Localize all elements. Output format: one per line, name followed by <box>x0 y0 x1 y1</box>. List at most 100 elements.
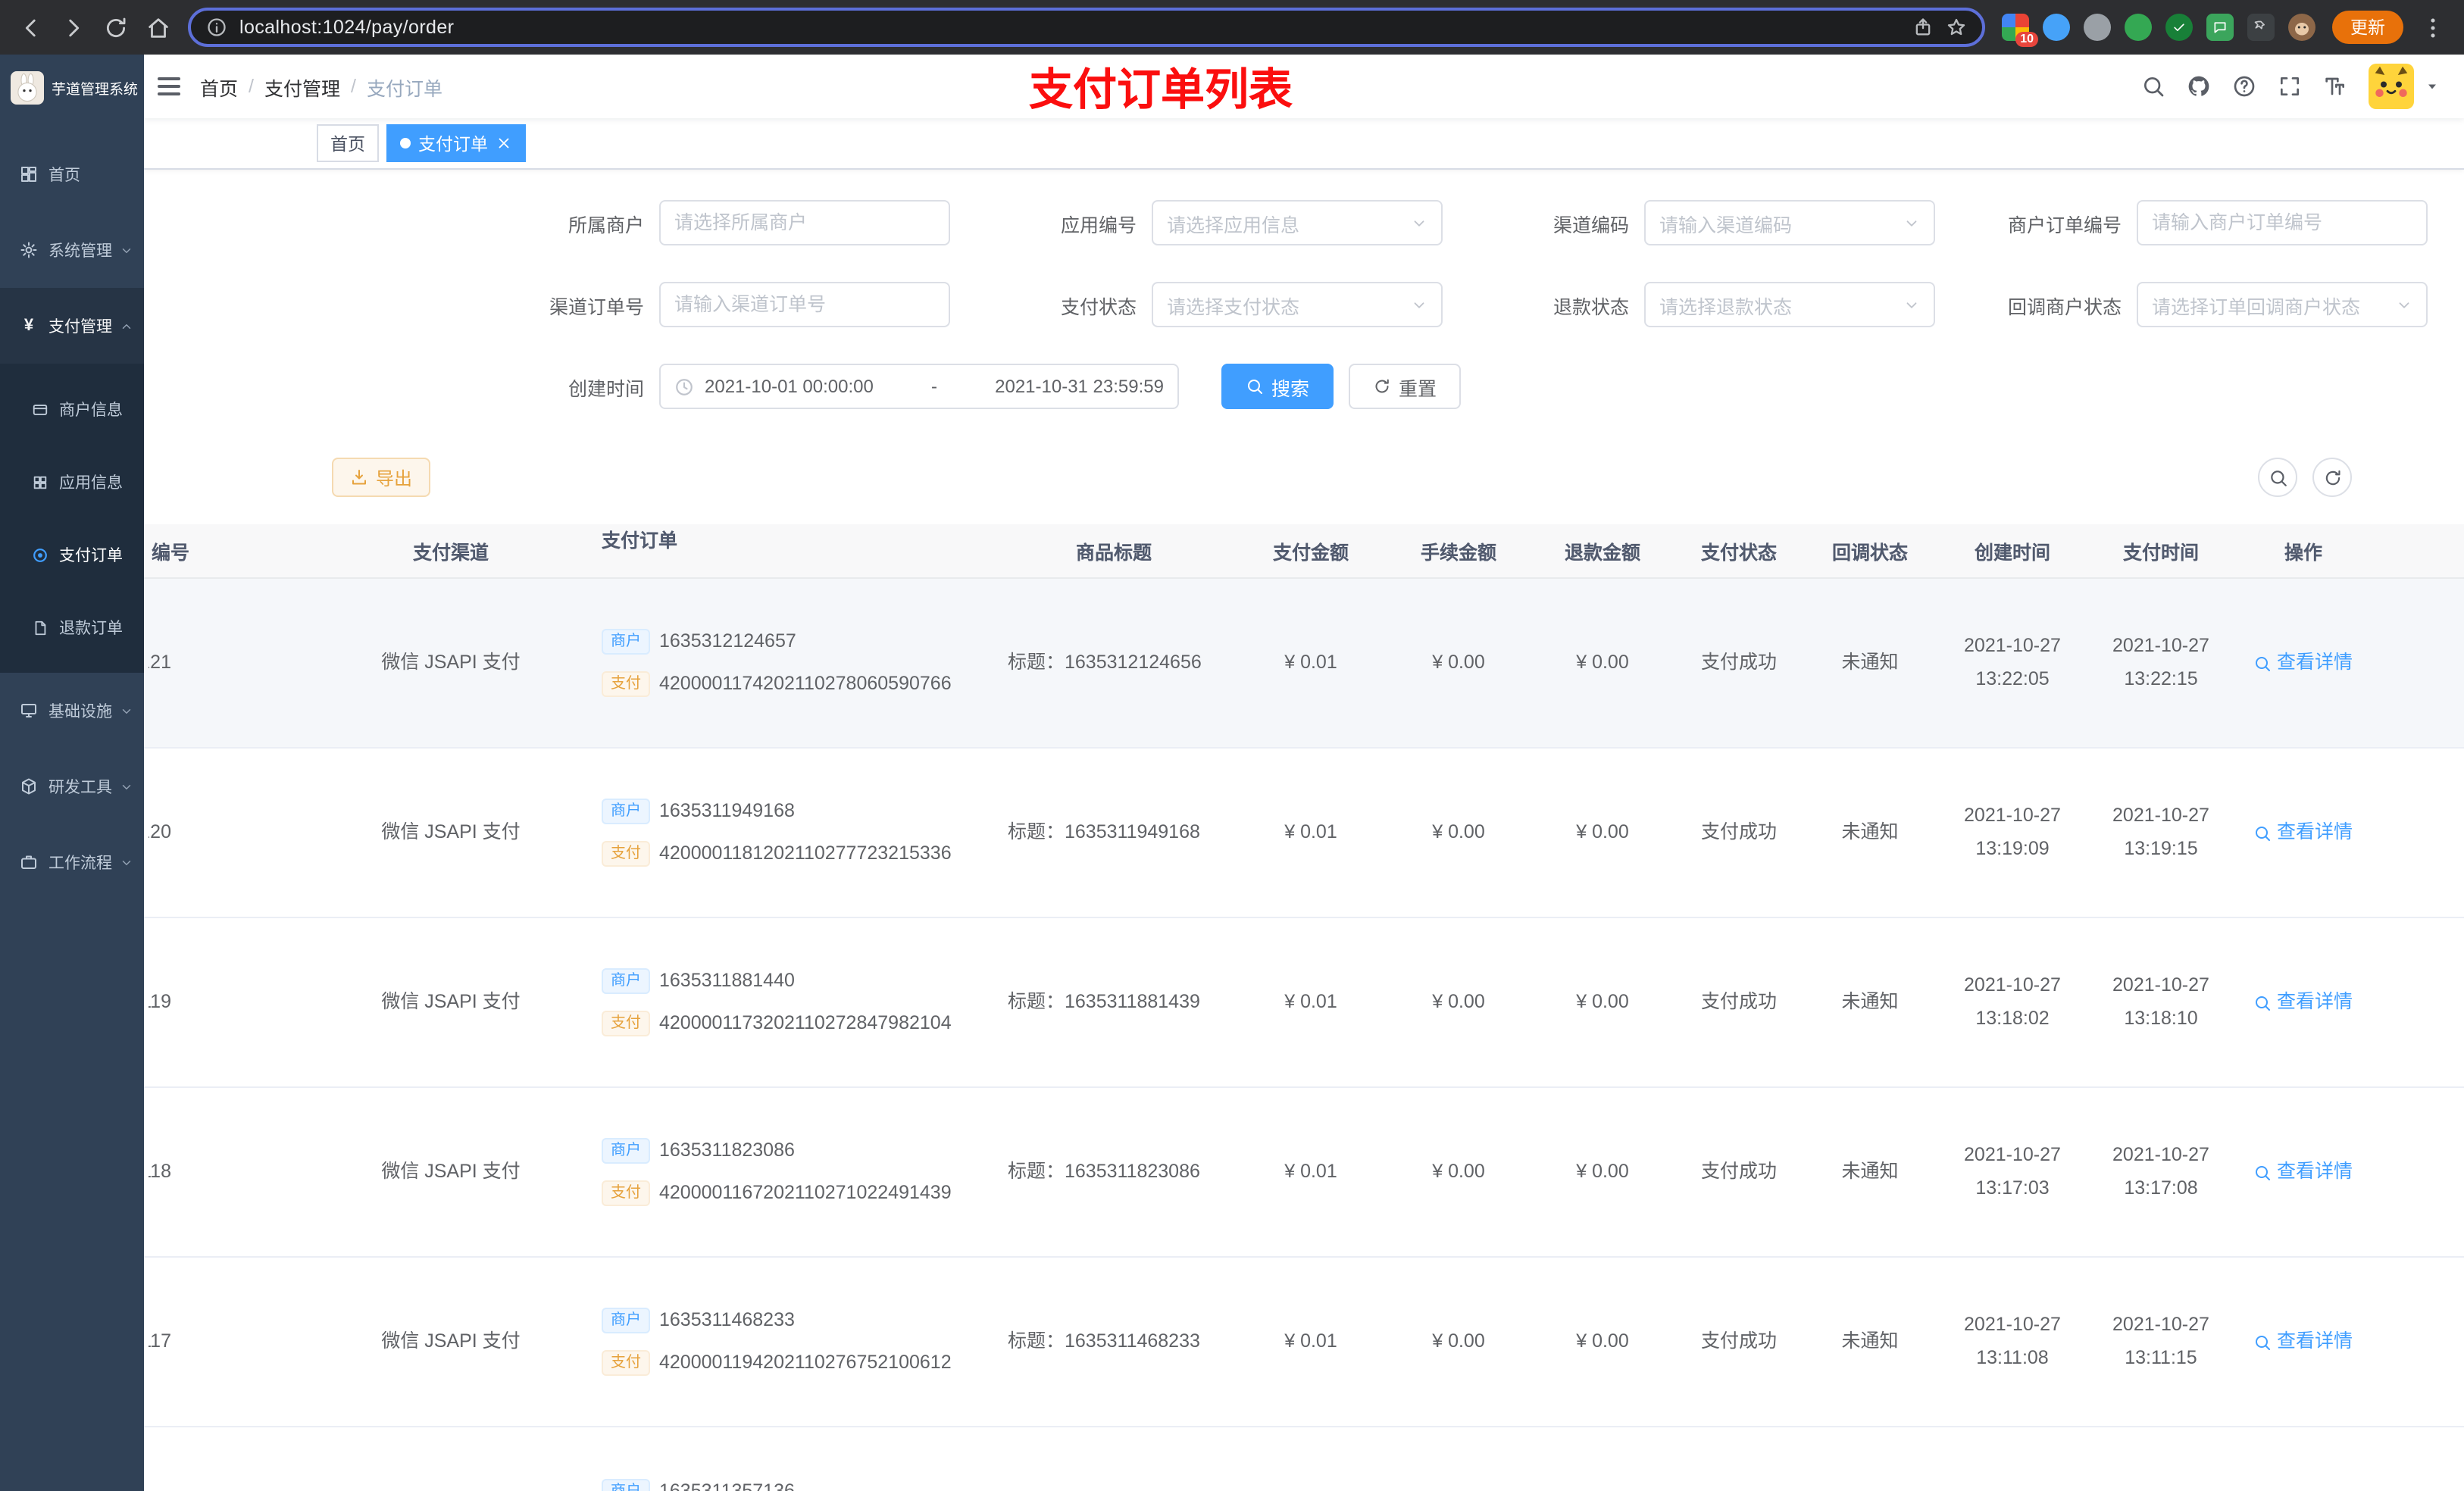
merchant-input[interactable] <box>674 202 935 244</box>
app-title: 芋道管理系统 <box>52 82 139 98</box>
view-detail-link[interactable]: 查看详情 <box>2254 649 2353 677</box>
fullscreen-icon[interactable] <box>2278 74 2302 98</box>
table-row[interactable]: 121 微信 JSAPI 支付 商户 1635312124657 支付 420000… <box>144 579 2464 749</box>
sidebar-item-refund-order[interactable]: 退款订单 <box>0 591 144 664</box>
table-row[interactable]: 116 商户1635311357136 支付 <box>144 1427 2464 1491</box>
sidebar-item-app-info[interactable]: 应用信息 <box>0 445 144 518</box>
merchant-order-no-input[interactable] <box>2152 202 2412 244</box>
sidebar-item-payment[interactable]: ¥ 支付管理 <box>0 288 144 364</box>
pay-channel: 微信 JSAPI 支付 <box>381 991 521 1013</box>
export-button[interactable]: 导出 <box>332 458 431 497</box>
grid-icon <box>32 474 48 490</box>
sidebar-item-system[interactable]: 系统管理 <box>0 212 144 288</box>
notify-status-select[interactable]: 请选择订单回调商户状态 <box>2137 282 2428 327</box>
chevron-down-icon <box>1411 214 1427 231</box>
help-icon[interactable] <box>2232 74 2256 98</box>
fee-amount: ¥ 0.00 <box>1432 821 1485 843</box>
view-detail-link[interactable]: 查看详情 <box>2254 988 2353 1017</box>
sidebar-item-workflow[interactable]: 工作流程 <box>0 824 144 900</box>
magnifier-icon <box>2256 1335 2271 1349</box>
close-icon[interactable] <box>496 135 512 152</box>
extension-pin-icon[interactable] <box>2247 14 2275 41</box>
screen: localhost:1024/pay/order 10 更新 芋道管理系统 首页… <box>0 0 2464 1491</box>
filter-label: 所属商户 <box>568 214 644 236</box>
merchant-order-no: 1635311823086 <box>659 1139 795 1161</box>
col-action: 操作 <box>2284 542 2322 564</box>
url-text[interactable]: localhost:1024/pay/order <box>239 17 1900 38</box>
reset-button[interactable]: 重置 <box>1349 364 1462 409</box>
create-time: 13:17:03 <box>1975 1177 2050 1199</box>
date-range-picker[interactable]: 2021-10-01 00:00:00 - 2021-10-31 23:59:5… <box>659 364 1179 409</box>
pay-channel <box>318 1427 583 1491</box>
view-detail-link[interactable]: 查看详情 <box>2254 1327 2353 1356</box>
table-row[interactable]: 118 微信 JSAPI 支付 商户 1635311823086 支付 420000… <box>144 1088 2464 1258</box>
record-icon <box>32 546 48 563</box>
table-row[interactable]: 117 微信 JSAPI 支付 商户 1635311468233 支付 420000… <box>144 1258 2464 1427</box>
view-detail-label: 查看详情 <box>2276 1161 2353 1183</box>
toggle-search-button[interactable] <box>2258 458 2297 497</box>
forward-icon[interactable] <box>61 14 86 40</box>
pay-amount: ¥ 0.01 <box>1284 821 1337 843</box>
sidebar-item-home[interactable]: 首页 <box>0 136 144 212</box>
font-size-icon[interactable] <box>2323 74 2347 98</box>
profile-avatar[interactable] <box>2288 14 2315 41</box>
home-icon[interactable] <box>145 14 171 40</box>
table-row[interactable]: 120 微信 JSAPI 支付 商户 1635311949168 支付 420000… <box>144 749 2464 918</box>
share-icon[interactable] <box>1912 17 1934 38</box>
channel-order-no-input[interactable] <box>674 283 935 326</box>
tab-pay-order[interactable]: 支付订单 <box>386 124 526 162</box>
extension-icon[interactable] <box>2084 14 2111 41</box>
sidebar-toggle-icon[interactable] <box>158 77 180 95</box>
create-time: 13:22:05 <box>1975 668 2050 689</box>
date-end: 2021-10-31 23:59:59 <box>995 376 1164 397</box>
merchant-order-no: 1635311881440 <box>659 970 795 992</box>
pay-time: 13:19:15 <box>2124 838 2198 859</box>
pay-amount <box>1235 1427 1387 1491</box>
pay-status-select[interactable]: 请选择支付状态 <box>1152 282 1443 327</box>
chevron-down-icon <box>2396 296 2412 313</box>
breadcrumb-home[interactable]: 首页 <box>200 72 238 101</box>
order-id: 119 <box>149 991 171 1013</box>
monitor-icon <box>20 702 38 720</box>
table-row[interactable]: 119 微信 JSAPI 支付 商户 1635311881440 支付 420000… <box>144 918 2464 1088</box>
tab-home[interactable]: 首页 <box>317 124 379 162</box>
bookmark-star-icon[interactable] <box>1946 17 1967 38</box>
filter-merchant-order-no: 商户订单编号 <box>1962 200 2428 245</box>
reload-icon[interactable] <box>103 14 129 40</box>
extension-check-icon[interactable] <box>2165 14 2193 41</box>
sidebar-item-merchant-info[interactable]: 商户信息 <box>0 373 144 445</box>
card-icon <box>32 401 48 417</box>
user-avatar[interactable] <box>2369 64 2414 109</box>
caret-down-icon[interactable] <box>2425 79 2440 94</box>
search-button[interactable]: 搜索 <box>1221 364 1334 409</box>
extension-icon[interactable] <box>2043 14 2070 41</box>
chevron-down-icon <box>120 704 133 717</box>
github-icon[interactable] <box>2187 74 2211 98</box>
pay-channel: 微信 JSAPI 支付 <box>381 1330 521 1352</box>
extension-icon[interactable] <box>2125 14 2152 41</box>
date-separator: - <box>931 376 937 397</box>
pay-date: 2021-10-27 <box>2112 635 2209 657</box>
chrome-menu-icon[interactable] <box>2420 14 2446 40</box>
search-icon[interactable] <box>2141 74 2165 98</box>
extension-chat-icon[interactable] <box>2206 14 2234 41</box>
chrome-update-button[interactable]: 更新 <box>2332 11 2403 44</box>
refresh-table-button[interactable] <box>2312 458 2352 497</box>
view-detail-link[interactable]: 查看详情 <box>2254 818 2353 847</box>
filter-label: 回调商户状态 <box>2007 296 2122 317</box>
channel-code-select[interactable]: 请输入渠道编码 <box>1644 200 1935 245</box>
back-icon[interactable] <box>18 14 44 40</box>
refund-status-select[interactable]: 请选择退款状态 <box>1644 282 1935 327</box>
site-info-icon[interactable] <box>206 17 227 38</box>
address-bar[interactable]: localhost:1024/pay/order <box>188 8 1985 47</box>
refund-amount <box>1531 1427 1674 1491</box>
sidebar-item-infra[interactable]: 基础设施 <box>0 673 144 749</box>
extension-icon[interactable]: 10 <box>2002 14 2038 47</box>
sidebar-item-devtools[interactable]: 研发工具 <box>0 749 144 824</box>
sidebar-item-pay-order[interactable]: 支付订单 <box>0 518 144 591</box>
breadcrumb-section[interactable]: 支付管理 <box>264 72 340 101</box>
app-logo[interactable]: 芋道管理系统 <box>0 55 144 121</box>
sidebar-item-label: 研发工具 <box>48 778 112 796</box>
view-detail-link[interactable]: 查看详情 <box>2254 1158 2353 1186</box>
app-no-select[interactable]: 请选择应用信息 <box>1152 200 1443 245</box>
